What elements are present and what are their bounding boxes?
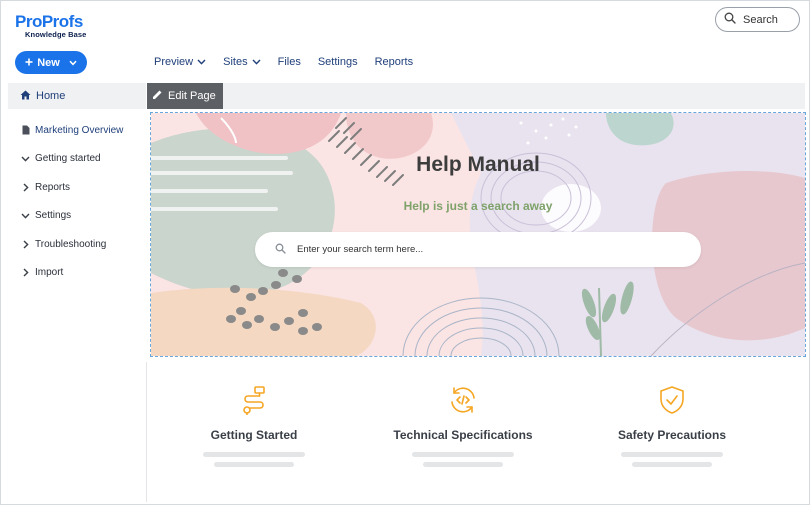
pencil-icon [152,89,163,103]
sidebar-item-settings[interactable]: Settings [8,202,146,231]
card-title: Technical Specifications [393,428,533,442]
hero-search-input[interactable]: Enter your search term here... [255,232,701,267]
sidebar-tree: Marketing Overview Getting started Repor… [8,116,146,287]
plus-icon [25,57,33,69]
card-placeholder-line [214,462,294,467]
nav-sites-label: Sites [223,56,248,68]
editor-toolbar [147,83,805,109]
edit-page-label: Edit Page [168,90,216,102]
logo-subtitle: Knowledge Base [25,30,87,39]
new-button[interactable]: New [15,51,87,74]
search-icon [724,11,736,29]
sidebar-item-label: Marketing Overview [35,124,124,136]
top-nav: Preview Sites Files Settings Reports [154,56,430,68]
nav-reports[interactable]: Reports [375,56,414,68]
code-sync-icon [358,385,568,417]
chevron-down-icon [197,56,206,68]
nav-settings[interactable]: Settings [318,56,358,68]
chevron-right-icon[interactable] [21,268,30,277]
sidebar-divider [146,362,147,502]
edit-page-button[interactable]: Edit Page [147,83,223,109]
sidebar-item-troubleshooting[interactable]: Troubleshooting [8,230,146,259]
search-label: Search [743,13,778,26]
sidebar-item-label: Getting started [35,153,101,165]
chevron-down-icon[interactable] [21,213,30,219]
hero-title: Help Manual [416,153,540,176]
search-icon [275,241,286,259]
category-card-safety-precautions[interactable]: Safety Precautions [567,385,777,467]
nav-preview-label: Preview [154,56,194,68]
home-icon [20,90,31,103]
sidebar: Home Marketing Overview Getting started … [8,83,146,287]
nav-files[interactable]: Files [278,56,301,68]
nav-sites[interactable]: Sites [223,56,261,68]
card-placeholder-line [203,452,305,457]
category-card-getting-started[interactable]: Getting Started [149,385,359,467]
sidebar-item-label: Troubleshooting [35,238,107,250]
logo-brand-profs: Profs [41,12,83,31]
chevron-down-icon[interactable] [21,156,30,162]
sidebar-item-label: Reports [35,181,71,193]
route-icon [149,385,359,417]
hero-subtitle: Help is just a search away [403,199,553,213]
sidebar-item-label: Settings [35,210,72,222]
sidebar-item-label: Import [35,267,64,279]
card-placeholder-line [412,452,514,457]
hero-search-placeholder: Enter your search term here... [297,244,424,255]
card-placeholder-line [621,452,723,457]
nav-preview[interactable]: Preview [154,56,206,68]
nav-settings-label: Settings [317,56,358,68]
sidebar-item-home[interactable]: Home [8,83,146,109]
shield-check-icon [567,385,777,417]
nav-reports-label: Reports [374,56,414,68]
hero-banner: Help Manual Help is just a search away E… [151,113,805,356]
card-title: Getting Started [210,428,298,442]
card-placeholder-line [632,462,712,467]
new-button-label: New [37,56,60,69]
sidebar-item-marketing-overview[interactable]: Marketing Overview [8,116,146,145]
card-placeholder-line [423,462,503,467]
proprofs-logo[interactable]: ProProfs Knowledge Base [15,13,86,39]
document-icon [21,125,30,135]
sidebar-item-reports[interactable]: Reports [8,173,146,202]
search-button[interactable]: Search [715,7,800,32]
sidebar-item-label: Home [36,90,66,102]
sidebar-item-import[interactable]: Import [8,259,146,288]
category-card-technical-specifications[interactable]: Technical Specifications [358,385,568,467]
chevron-right-icon[interactable] [21,240,30,249]
nav-files-label: Files [277,56,301,68]
chevron-down-icon [69,57,77,69]
sidebar-item-getting-started[interactable]: Getting started [8,145,146,174]
card-title: Safety Precautions [617,428,727,442]
chevron-right-icon[interactable] [21,183,30,192]
chevron-down-icon [252,56,261,68]
logo-brand-pro: Pro [15,12,42,31]
